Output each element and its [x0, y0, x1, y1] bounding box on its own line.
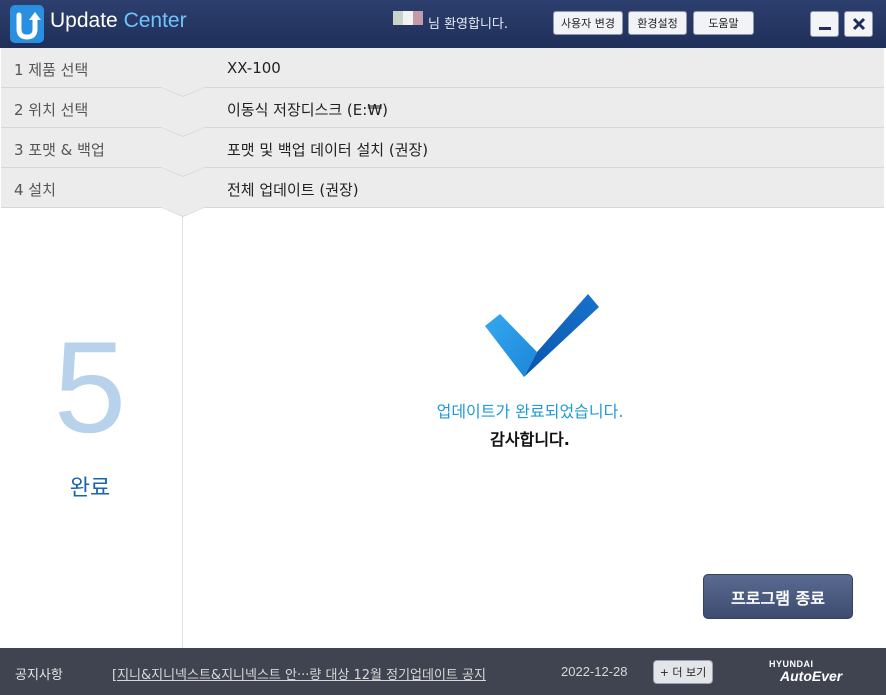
step-product: 1 제품 선택 XX-100 [1, 48, 884, 97]
footer-bar: 공지사항 [지니&지니넥스트&지니넥스트 안···량 대상 12월 정기업데이트… [0, 648, 886, 695]
step-value: XX-100 [227, 59, 281, 77]
step-value: 포맷 및 백업 데이터 설치 (권장) [227, 141, 429, 159]
minimize-icon [818, 27, 831, 30]
step-arrow-fill [161, 207, 205, 216]
user-change-button[interactable]: 사용자 변경 [553, 11, 623, 35]
help-button[interactable]: 도움말 [693, 11, 754, 35]
step-label: 2 위치 선택 [14, 101, 89, 119]
exit-program-button[interactable]: 프로그램 종료 [703, 574, 853, 619]
app-title: Update Center [50, 9, 187, 32]
step-arrow-fill [161, 167, 205, 176]
brand-logo: HYUNDAI AutoEver [766, 659, 856, 687]
step-format-backup: 3 포맷 & 백업 포맷 및 백업 데이터 설치 (권장) [1, 128, 884, 177]
close-button[interactable] [844, 11, 873, 37]
more-notices-button[interactable]: + 더 보기 [653, 660, 713, 684]
minimize-button[interactable] [810, 11, 839, 37]
notice-link[interactable]: [지니&지니넥스트&지니넥스트 안···량 대상 12월 정기업데이트 공지 [112, 664, 522, 683]
thanks-message: 감사합니다. [490, 430, 570, 449]
step-label: 3 포맷 & 백업 [14, 141, 105, 159]
step-value: 이동식 저장디스크 (E:₩) [227, 101, 389, 119]
checkmark-icon [485, 294, 599, 377]
step-location: 2 위치 선택 이동식 저장디스크 (E:₩) [1, 88, 884, 137]
title-bar: Update Center 님 환영합니다. 사용자 변경 환경설정 도움말 [0, 0, 886, 48]
welcome-text: 님 환영합니다. [428, 17, 509, 32]
step-label: 4 설치 [14, 181, 56, 199]
brand-bottom: AutoEver [780, 668, 843, 684]
step-arrow-fill [161, 87, 205, 96]
update-logo-icon [10, 5, 44, 43]
step-value: 전체 업데이트 (권장) [227, 181, 359, 199]
settings-button[interactable]: 환경설정 [628, 11, 687, 35]
close-icon [852, 17, 865, 31]
step-label: 1 제품 선택 [14, 61, 89, 79]
notice-date: 2022-12-28 [561, 664, 628, 679]
user-avatar [393, 11, 423, 25]
step-arrow-fill [161, 127, 205, 136]
current-step-number: 5 [53, 314, 127, 460]
notice-label: 공지사항 [15, 668, 63, 683]
step-install: 4 설치 전체 업데이트 (권장) [1, 168, 884, 217]
current-step-label: 완료 [69, 476, 111, 501]
completion-message: 업데이트가 완료되었습니다. [436, 402, 624, 421]
